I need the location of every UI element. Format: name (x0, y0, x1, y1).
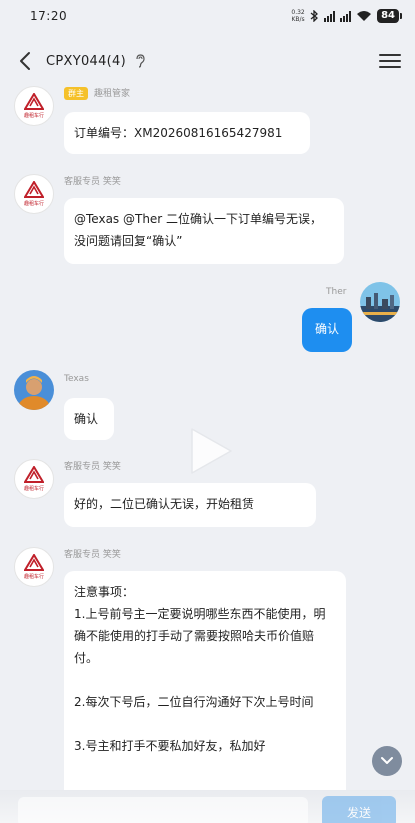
avatar[interactable]: 趣租车行 (14, 174, 54, 214)
sender-label: 客服专员 笑笑 (64, 177, 121, 187)
sender-label: Ther (326, 287, 347, 297)
message-bubble[interactable]: 好的，二位已确认无误，开始租赁 (64, 483, 316, 527)
scroll-down-button[interactable] (372, 746, 402, 776)
message-bubble[interactable]: 确认 (302, 308, 352, 352)
chat-title: CPXY044(4) (46, 53, 126, 69)
status-icons: 0.32 KB/s 84 (291, 9, 402, 23)
net-speed-unit: KB/s (291, 16, 305, 23)
status-time: 17:20 (30, 9, 68, 23)
send-button[interactable]: 发送 (322, 796, 396, 823)
sender-name: 群主 趣租管家 (64, 86, 130, 100)
notice-item-1: 1.上号前号主一定要说明哪些东西不能使用，明确不能使用的打手动了需要按照哈夫币价… (74, 607, 326, 665)
sender-label: 趣租管家 (94, 89, 131, 99)
notice-title: 注意事项： (74, 585, 135, 599)
message-bubble[interactable]: 订单编号：XM20260816165427981 (64, 112, 310, 154)
battery-indicator: 84 (377, 9, 402, 23)
chevron-down-icon (381, 757, 393, 764)
sender-label: 客服专员 笑笑 (64, 550, 121, 560)
message-input[interactable] (18, 797, 308, 823)
brand-logo-icon (24, 181, 44, 198)
play-icon[interactable] (188, 426, 234, 476)
chevron-left-icon (20, 52, 30, 70)
message-item: 趣租车行 群主 趣租管家 订单编号：XM20260816165427981 (0, 82, 415, 162)
notice-item-2: 2.每次下号后，二位自行沟通好下次上号时间 (74, 695, 314, 709)
chat-header: CPXY044(4) (0, 40, 415, 82)
avatar[interactable]: 趣租车行 (14, 86, 54, 126)
avatar[interactable]: 趣租车行 (14, 547, 54, 587)
avatar-logo-text: 趣租车行 (23, 201, 44, 207)
notice-item-3: 3.号主和打手不要私加好友，私加好 (74, 739, 266, 753)
avatar-logo-text: 趣租车行 (23, 486, 44, 492)
notice-bubble[interactable]: 注意事项： 1.上号前号主一定要说明哪些东西不能使用，明确不能使用的打手动了需要… (64, 571, 346, 811)
avatar[interactable] (360, 282, 400, 322)
message-item: Ther 确认 (0, 282, 415, 358)
message-bubble[interactable]: 确认 (64, 398, 114, 440)
input-bar: 发送 (0, 790, 415, 823)
wifi-icon (357, 11, 372, 21)
brand-logo-icon (24, 466, 44, 483)
avatar[interactable] (14, 370, 54, 410)
menu-button[interactable] (379, 52, 401, 70)
avatar-logo-text: 趣租车行 (23, 574, 44, 580)
message-item: 趣租车行 客服专员 笑笑 注意事项： 1.上号前号主一定要说明哪些东西不能使用，… (0, 545, 415, 811)
bluetooth-icon (310, 10, 319, 22)
sender-label: 客服专员 笑笑 (64, 462, 121, 472)
owner-badge: 群主 (64, 87, 88, 100)
net-speed-value: 0.32 (291, 9, 305, 16)
signal-icon-2 (340, 10, 352, 22)
message-item: 趣租车行 客服专员 笑笑 @Texas @Ther 二位确认一下订单编号无误，没… (0, 172, 415, 272)
sender-label: Texas (64, 374, 89, 384)
avatar-logo-text: 趣租车行 (23, 113, 44, 119)
status-bar: 17:20 0.32 KB/s 84 (0, 0, 415, 32)
signal-icon-1 (324, 10, 336, 22)
message-bubble[interactable]: @Texas @Ther 二位确认一下订单编号无误，没问题请回复“确认” (64, 198, 344, 264)
avatar[interactable]: 趣租车行 (14, 459, 54, 499)
back-button[interactable] (14, 50, 36, 72)
brand-logo-icon (24, 93, 44, 110)
brand-logo-icon (24, 554, 44, 571)
net-speed: 0.32 KB/s (291, 9, 305, 23)
ear-icon (136, 54, 145, 68)
